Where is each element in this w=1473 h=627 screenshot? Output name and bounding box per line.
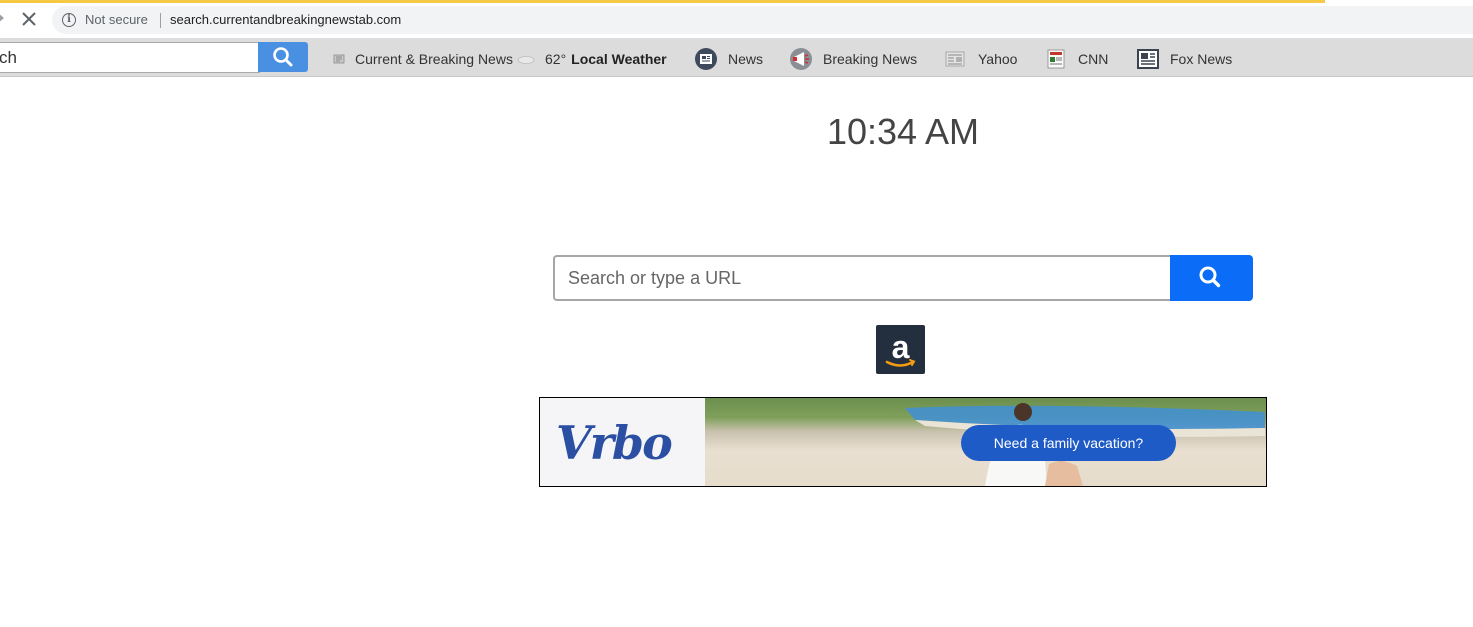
svg-text:a: a xyxy=(892,329,910,365)
toolbar-search-value: ch xyxy=(0,48,17,67)
browser-address-row: i Not secure search.currentandbreakingne… xyxy=(0,0,1473,39)
news-circle-icon xyxy=(695,48,717,70)
toolbar-link-label: News xyxy=(728,51,764,67)
vrbo-logo: Vrbo xyxy=(556,416,673,470)
address-bar[interactable]: i Not secure search.currentandbreakingne… xyxy=(52,6,1473,34)
toolbar-link-label: Breaking News xyxy=(823,51,918,67)
ad-logo-panel: Vrbo xyxy=(540,398,705,486)
toolbar-link-current-breaking-news[interactable]: Current & Breaking News xyxy=(333,48,513,70)
amazon-shortcut[interactable]: a xyxy=(876,325,925,374)
amazon-icon: a xyxy=(885,329,916,367)
address-divider xyxy=(160,13,161,28)
toolbar-link-label: Current & Breaking News xyxy=(355,51,513,67)
ad-beach-photo: Need a family vacation? xyxy=(705,398,1266,486)
url-text[interactable]: search.currentandbreakingnewstab.com xyxy=(170,12,401,27)
toolbar-link-yahoo[interactable]: Yahoo xyxy=(944,48,1017,70)
cloud-icon xyxy=(517,56,535,64)
main-search-button[interactable] xyxy=(1170,255,1253,301)
info-icon[interactable]: i xyxy=(62,13,76,27)
toolbar-link-label: Fox News xyxy=(1170,51,1233,67)
toolbar-link-fox-news[interactable]: Fox News xyxy=(1136,48,1232,70)
toolbar-link-local-weather[interactable]: 62° Local Weather xyxy=(517,48,667,70)
search-icon xyxy=(1199,266,1221,288)
toolbar-link-breaking-news[interactable]: Breaking News xyxy=(789,48,917,70)
vrbo-ad-banner[interactable]: Vrbo Need a family vacation? xyxy=(539,397,1267,487)
ad-cta-button[interactable]: Need a family vacation? xyxy=(961,425,1176,461)
toolbar-link-cnn[interactable]: CNN xyxy=(1046,48,1108,70)
toolbar-search-button[interactable] xyxy=(258,42,308,72)
main-search-input[interactable] xyxy=(553,255,1171,301)
megaphone-icon xyxy=(790,48,812,70)
toolbar-link-label: Yahoo xyxy=(978,51,1018,67)
page-loading-bar xyxy=(0,0,1325,3)
weather-temperature: 62° xyxy=(545,51,567,67)
newspaper-icon xyxy=(333,54,345,64)
forward-arrow-icon[interactable] xyxy=(0,13,4,23)
toolbar-link-news[interactable]: News xyxy=(694,48,763,70)
extension-toolbar: ch Current & Breaking News 62° Local Wea… xyxy=(0,39,1473,77)
search-icon xyxy=(273,47,293,67)
stop-loading-icon[interactable] xyxy=(19,9,39,29)
clock-time: 10:34 AM xyxy=(826,111,980,152)
cnn-doc-icon xyxy=(1047,49,1065,69)
toolbar-search-input[interactable]: ch xyxy=(0,42,260,73)
yahoo-newspaper-icon xyxy=(945,51,965,67)
fox-newspaper-icon xyxy=(1137,49,1159,69)
security-status[interactable]: Not secure xyxy=(85,12,148,27)
toolbar-link-label: Local Weather xyxy=(571,51,667,67)
toolbar-link-label: CNN xyxy=(1078,51,1109,67)
